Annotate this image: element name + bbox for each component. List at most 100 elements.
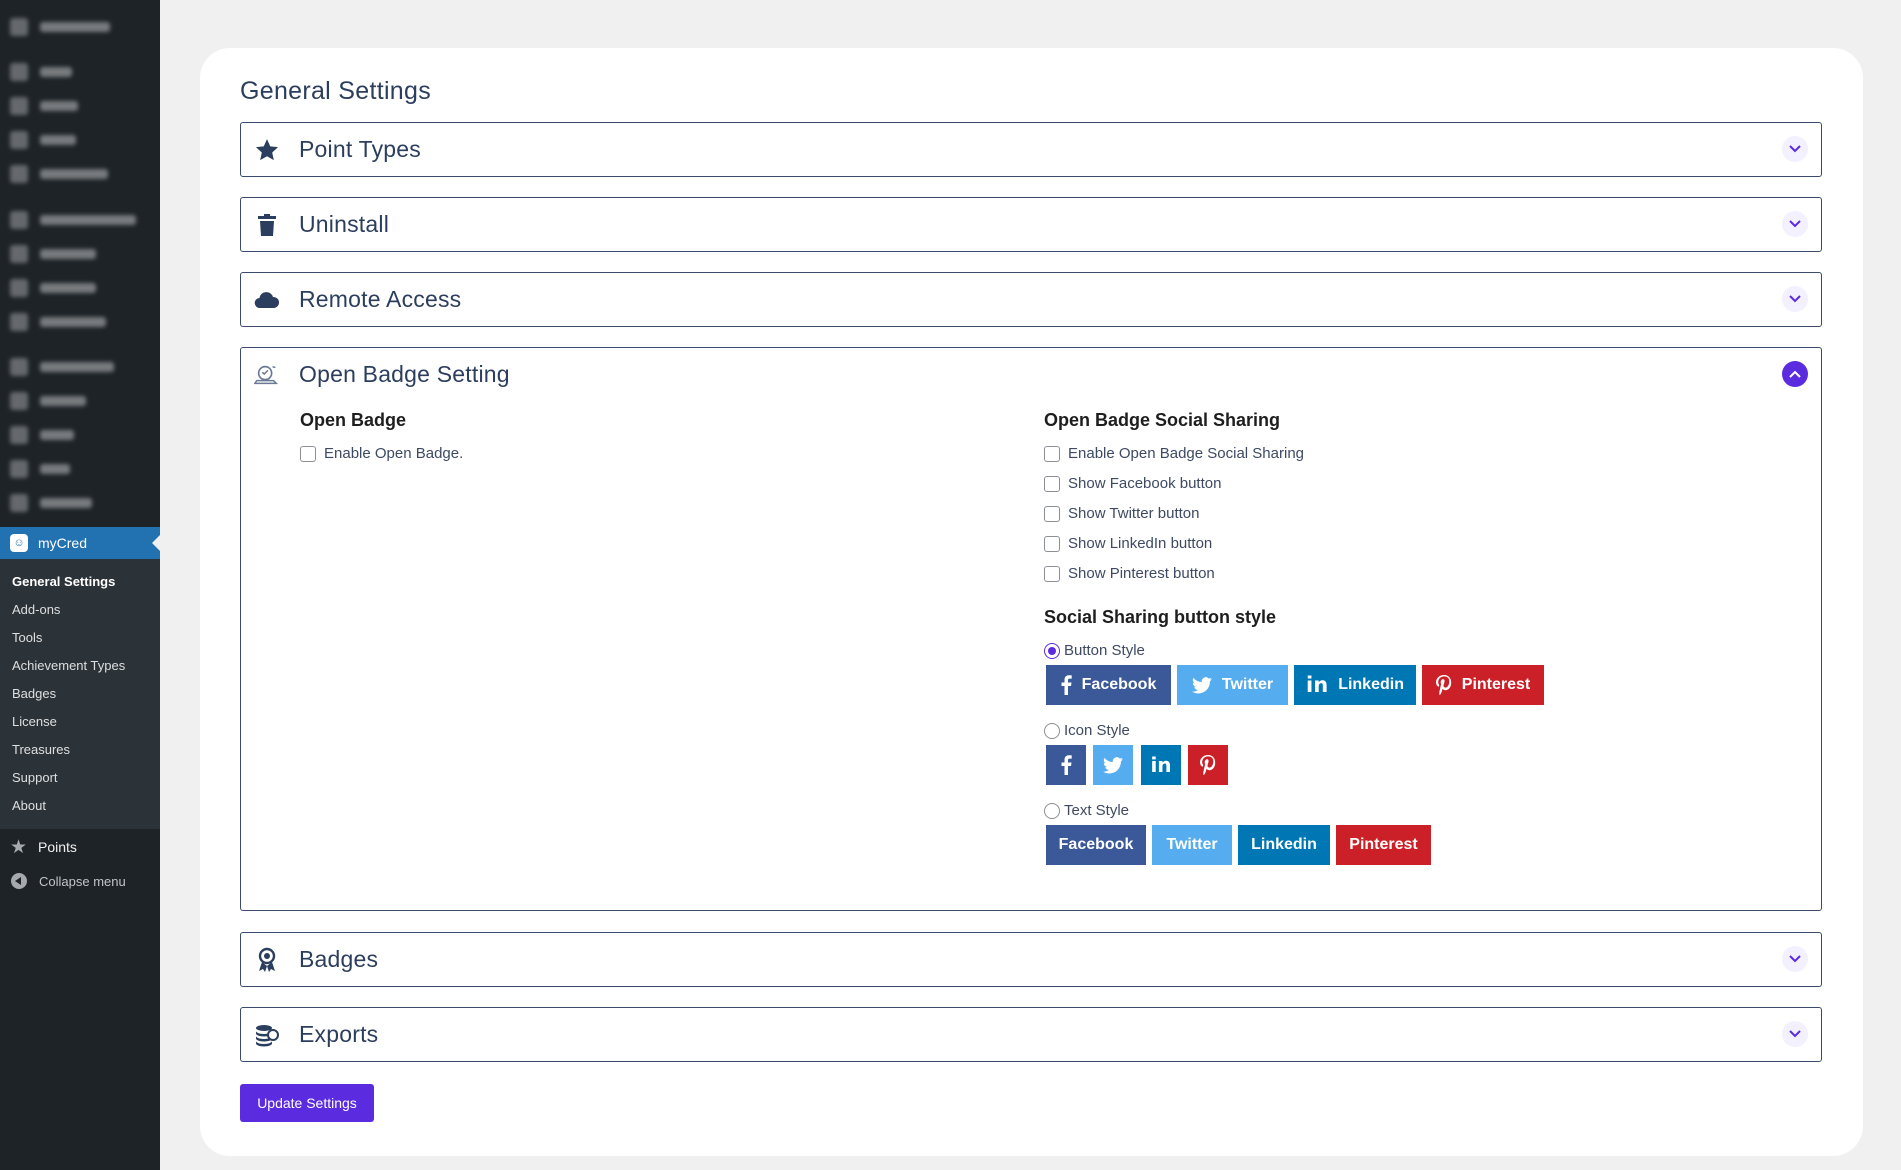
checkbox-label: Show Facebook button: [1068, 475, 1222, 492]
pinterest-label: Pinterest: [1349, 836, 1418, 853]
panel-header[interactable]: Exports: [241, 1008, 1821, 1062]
sidebar-item-blurred[interactable]: [0, 123, 160, 157]
twitter-text-button[interactable]: Twitter: [1152, 825, 1232, 865]
star-icon: [254, 137, 280, 163]
submenu-add-ons[interactable]: Add-ons: [0, 596, 160, 624]
linkedin-share-button[interactable]: in Linkedin: [1294, 665, 1416, 705]
sidebar-item-blurred[interactable]: [0, 271, 160, 305]
show-facebook-checkbox[interactable]: Show Facebook button: [1044, 475, 1221, 492]
chevron-down-icon[interactable]: [1782, 136, 1808, 162]
show-linkedin-checkbox[interactable]: Show LinkedIn button: [1044, 535, 1212, 552]
trash-icon: [254, 212, 280, 238]
sidebar-item-label: myCred: [38, 535, 88, 551]
sidebar-item-blurred[interactable]: [0, 10, 160, 44]
submenu-achievement-types[interactable]: Achievement Types: [0, 652, 160, 680]
enable-social-sharing-checkbox[interactable]: Enable Open Badge Social Sharing: [1044, 445, 1304, 462]
button-style-radio[interactable]: Button Style: [1044, 642, 1145, 659]
radio-label: Icon Style: [1064, 722, 1130, 739]
submenu-general-settings[interactable]: General Settings: [0, 568, 160, 596]
pinterest-icon: [1435, 675, 1451, 695]
chevron-down-icon[interactable]: [1782, 1021, 1808, 1047]
twitter-icon: [1103, 756, 1123, 773]
sidebar-item-blurred[interactable]: [0, 350, 160, 384]
facebook-text-button[interactable]: Facebook: [1046, 825, 1146, 865]
collapse-label: Collapse menu: [39, 873, 126, 889]
sidebar-item-blurred[interactable]: [0, 157, 160, 191]
chevron-down-icon[interactable]: [1782, 946, 1808, 972]
checkbox[interactable]: [1044, 475, 1060, 492]
facebook-icon: [1061, 675, 1072, 695]
sidebar-item-blurred[interactable]: [0, 305, 160, 339]
panel-title: Uninstall: [299, 211, 390, 237]
text-style-radio[interactable]: Text Style: [1044, 802, 1129, 819]
submenu-about[interactable]: About: [0, 792, 160, 820]
checkbox[interactable]: [300, 445, 316, 462]
collapse-menu-button[interactable]: Collapse menu: [0, 864, 160, 898]
sidebar-item-blurred[interactable]: [0, 418, 160, 452]
panel-title: Point Types: [299, 136, 421, 162]
facebook-label: Facebook: [1058, 836, 1134, 853]
chevron-up-icon[interactable]: [1782, 361, 1808, 387]
settings-card: General Settings Point Types Uninstall R…: [200, 48, 1863, 1156]
collapse-icon: [11, 873, 27, 889]
panel-header[interactable]: Point Types: [241, 123, 1821, 177]
checkbox[interactable]: [1044, 535, 1060, 552]
checkbox[interactable]: [1044, 445, 1060, 462]
submenu-support[interactable]: Support: [0, 764, 160, 792]
pinterest-icon-button[interactable]: [1188, 745, 1228, 785]
show-pinterest-checkbox[interactable]: Show Pinterest button: [1044, 565, 1215, 582]
sidebar-item-blurred[interactable]: [0, 89, 160, 123]
social-sharing-heading: Open Badge Social Sharing: [1044, 410, 1281, 430]
panel-title: Exports: [299, 1021, 379, 1047]
linkedin-icon: in: [1150, 753, 1172, 777]
enable-open-badge-checkbox[interactable]: Enable Open Badge.: [300, 445, 463, 462]
radio[interactable]: [1044, 802, 1060, 819]
panel-header[interactable]: Uninstall: [241, 198, 1821, 252]
sidebar-item-blurred[interactable]: [0, 237, 160, 271]
panel-header[interactable]: Remote Access: [241, 273, 1821, 327]
sidebar-item-blurred[interactable]: [0, 203, 160, 237]
pinterest-text-button[interactable]: Pinterest: [1336, 825, 1431, 865]
facebook-share-button[interactable]: Facebook: [1046, 665, 1171, 705]
award-icon: [254, 947, 280, 973]
submenu-treasures[interactable]: Treasures: [0, 736, 160, 764]
submenu-license[interactable]: License: [0, 708, 160, 736]
submenu-badges[interactable]: Badges: [0, 680, 160, 708]
panel-header[interactable]: Badges: [241, 933, 1821, 987]
radio-label: Button Style: [1064, 642, 1145, 659]
pinterest-label: Pinterest: [1461, 676, 1531, 693]
update-settings-button[interactable]: Update Settings: [240, 1084, 374, 1122]
mycred-submenu: General Settings Add-ons Tools Achieveme…: [0, 559, 160, 829]
pinterest-share-button[interactable]: Pinterest: [1422, 665, 1544, 705]
sidebar-item-blurred[interactable]: [0, 486, 160, 520]
current-menu-arrow: [152, 535, 160, 551]
twitter-icon-button[interactable]: [1093, 745, 1133, 785]
sidebar-item-blurred[interactable]: [0, 55, 160, 89]
sidebar-item-mycred[interactable]: ☺ myCred: [0, 527, 160, 559]
icon-style-radio[interactable]: Icon Style: [1044, 722, 1130, 739]
twitter-icon: [1191, 676, 1212, 693]
checkbox[interactable]: [1044, 505, 1060, 522]
submenu-tools[interactable]: Tools: [0, 624, 160, 652]
star-icon: ★: [10, 836, 28, 858]
sidebar-item-blurred[interactable]: [0, 452, 160, 486]
show-twitter-checkbox[interactable]: Show Twitter button: [1044, 505, 1199, 522]
panel-title: Open Badge Setting: [299, 361, 510, 387]
chevron-down-icon[interactable]: [1782, 211, 1808, 237]
radio-selected[interactable]: [1044, 642, 1060, 659]
panel-uninstall: Uninstall: [240, 197, 1822, 252]
chevron-down-icon[interactable]: [1782, 286, 1808, 312]
cloud-icon: [254, 287, 280, 313]
panel-open-badge-setting: Open Badge Setting Open Badge Enable Ope…: [240, 347, 1822, 911]
button-style-heading: Social Sharing button style: [1044, 607, 1277, 627]
twitter-share-button[interactable]: Twitter: [1177, 665, 1288, 705]
sidebar-item-points[interactable]: ★ Points: [0, 830, 160, 864]
panel-header[interactable]: Open Badge Setting: [241, 348, 1821, 402]
panel-remote-access: Remote Access: [240, 272, 1822, 327]
linkedin-text-button[interactable]: Linkedin: [1238, 825, 1330, 865]
checkbox[interactable]: [1044, 565, 1060, 582]
linkedin-icon-button[interactable]: in: [1141, 745, 1181, 785]
sidebar-item-blurred[interactable]: [0, 384, 160, 418]
facebook-icon-button[interactable]: [1046, 745, 1086, 785]
radio[interactable]: [1044, 722, 1060, 739]
